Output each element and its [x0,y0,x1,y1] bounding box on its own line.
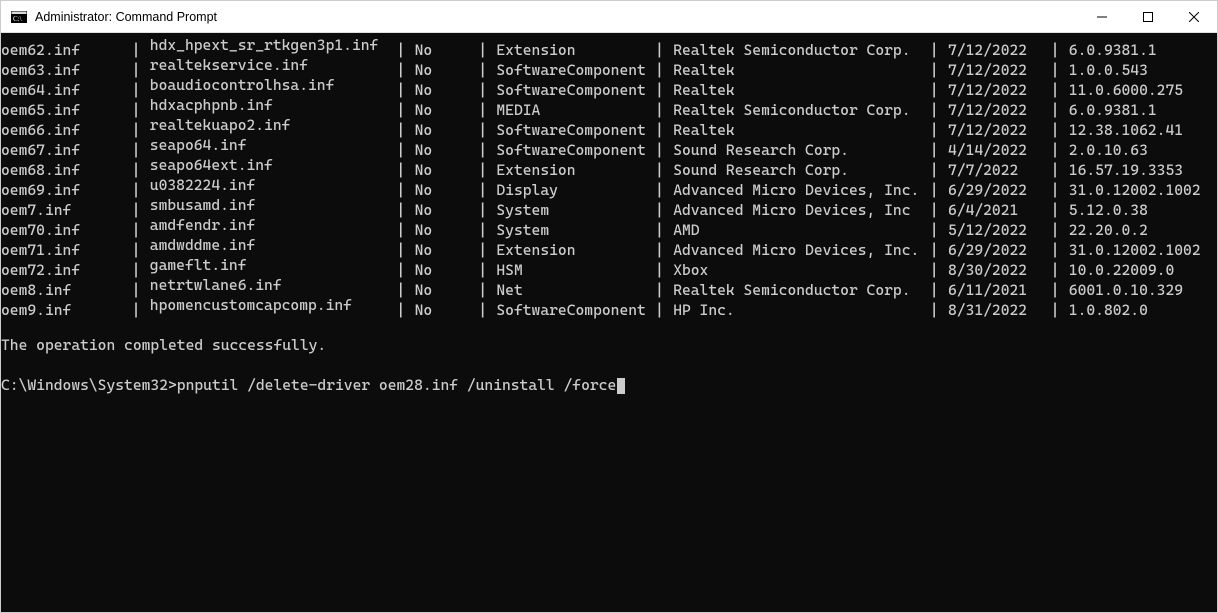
minimize-button[interactable] [1079,1,1125,32]
driver-row: oem7.inf| smbusamd.inf| No| System| Adva… [1,195,1217,215]
driver-row: oem8.inf| netrtwlane6.inf| No| Net| Real… [1,275,1217,295]
close-button[interactable] [1171,1,1217,32]
window-controls [1079,1,1217,32]
driver-row: oem63.inf| realtekservice.inf| No| Softw… [1,55,1217,75]
svg-text:C:\: C:\ [13,15,22,23]
terminal-output[interactable]: oem62.inf| hdx_hpext_sr_rtkgen3p1.inf| N… [1,33,1217,612]
driver-row: oem66.inf| realtekuapo2.inf| No| Softwar… [1,115,1217,135]
col-version: 1.0.802.0 [1069,300,1148,320]
col-filename: hdx_hpext_sr_rtkgen3p1.inf [150,35,396,55]
maximize-button[interactable] [1125,1,1171,32]
col-class: SoftwareComponent [496,300,654,320]
status-message: The operation completed successfully. [1,335,1217,355]
col-filename: netrtwlane6.inf [150,275,396,295]
col-inbox: No [415,300,443,320]
driver-row: oem71.inf| amdwddme.inf| No| Extension| … [1,235,1217,255]
col-oem: oem9.inf [1,300,81,320]
driver-row: oem72.inf| gameflt.inf| No| HSM| Xbox| 8… [1,255,1217,275]
command-prompt-window: C:\ Administrator: Command Prompt oem62.… [0,0,1218,613]
driver-row: oem9.inf| hpomencustomcapcomp.inf| No| S… [1,295,1217,315]
driver-row: oem64.inf| boaudiocontrolhsa.inf| No| So… [1,75,1217,95]
col-filename: amdwddme.inf [150,235,396,255]
col-filename: hdxacphpnb.inf [150,95,396,115]
prompt-command: pnputil /delete-driver oem28.inf /uninst… [177,376,616,394]
col-filename: smbusamd.inf [150,195,396,215]
cursor [617,378,625,394]
driver-row: oem68.inf| seapo64ext.inf| No| Extension… [1,155,1217,175]
window-title: Administrator: Command Prompt [35,10,1079,24]
col-filename: realtekuapo2.inf [150,115,396,135]
col-filename: amdfendr.inf [150,215,396,235]
col-filename: seapo64ext.inf [150,155,396,175]
prompt-line[interactable]: C:\Windows\System32>pnputil /delete-driv… [1,375,1217,395]
driver-row: oem65.inf| hdxacphpnb.inf| No| MEDIA| Re… [1,95,1217,115]
prompt-path: C:\Windows\System32> [1,376,177,394]
col-filename: u0382224.inf [150,175,396,195]
driver-row: oem67.inf| seapo64.inf| No| SoftwareComp… [1,135,1217,155]
col-filename: realtekservice.inf [150,55,396,75]
col-filename: seapo64.inf [150,135,396,155]
driver-row: oem69.inf| u0382224.inf| No| Display| Ad… [1,175,1217,195]
driver-row: oem70.inf| amdfendr.inf| No| System| AMD… [1,215,1217,235]
title-bar[interactable]: C:\ Administrator: Command Prompt [1,1,1217,33]
col-filename: boaudiocontrolhsa.inf [150,75,396,95]
app-icon: C:\ [11,9,27,25]
col-date: 8/31/2022 [948,300,1040,320]
driver-row: oem62.inf| hdx_hpext_sr_rtkgen3p1.inf| N… [1,35,1217,55]
col-filename: gameflt.inf [150,255,396,275]
col-provider: HP Inc. [673,300,929,320]
col-filename: hpomencustomcapcomp.inf [150,295,396,315]
